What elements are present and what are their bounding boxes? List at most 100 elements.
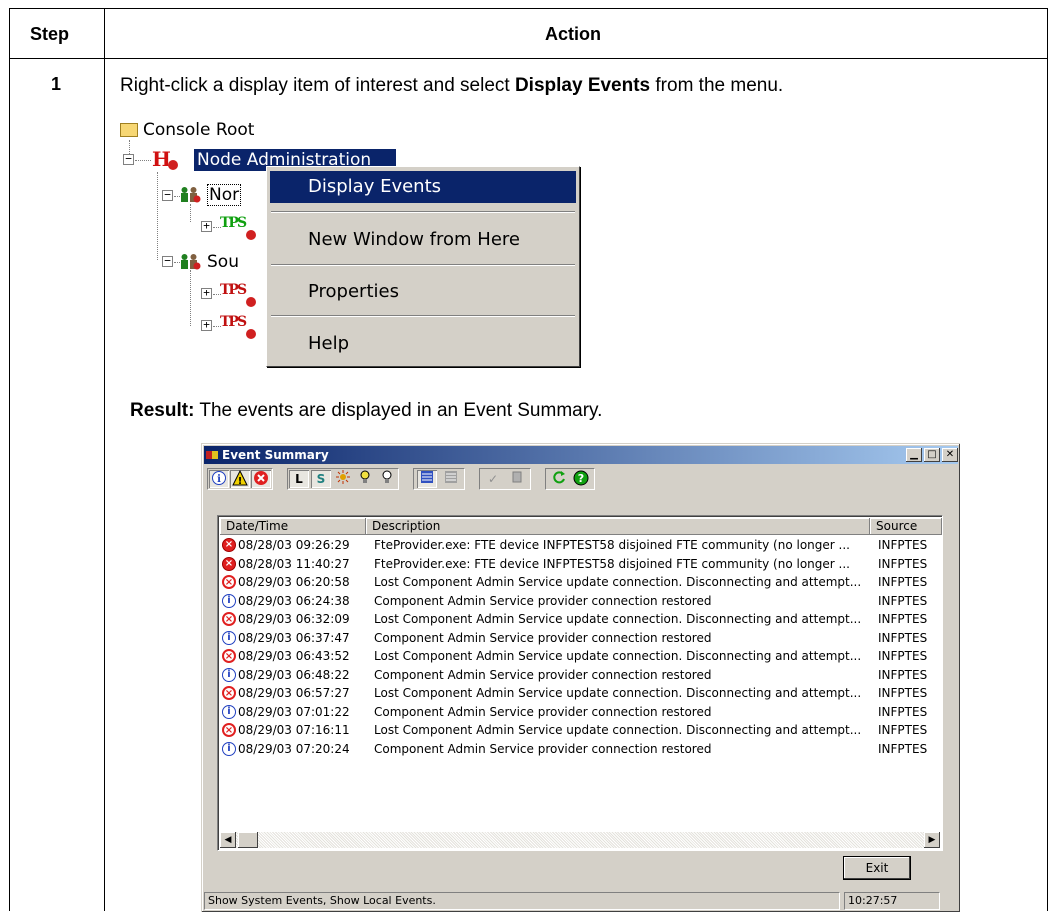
cell-description: Component Admin Service provider connect… (374, 593, 712, 608)
menu-separator (271, 264, 575, 266)
cell-source: INFPTES (878, 593, 928, 608)
cell-datetime: 08/29/03 06:57:27 (238, 686, 350, 700)
table-row[interactable]: × 08/29/03 06:20:58 Lost Component Admin S… (220, 575, 940, 590)
cell-datetime: 08/29/03 06:37:47 (238, 630, 350, 645)
tps-node-icon: TPS (220, 215, 247, 231)
cell-description: Component Admin Service provider connect… (374, 667, 712, 682)
action-column-header: Action (545, 24, 601, 44)
tree-connector (157, 172, 158, 260)
warning-filter-button[interactable]: ! (230, 469, 250, 488)
cell-datetime: 08/29/03 07:01:22 (238, 704, 350, 719)
bulb-icon (360, 470, 370, 483)
menu-item-help[interactable]: Help (270, 328, 576, 360)
column-header-description[interactable]: Description (366, 518, 870, 535)
error-icon: × (222, 575, 236, 589)
info-icon: i (212, 471, 226, 485)
step-column-header: Step (30, 24, 70, 44)
table-row[interactable]: × 08/28/03 09:26:29 FteProvider.exe: FTE d… (220, 538, 940, 553)
menu-item-properties[interactable]: Properties (270, 276, 576, 308)
node-status-icon (246, 230, 256, 240)
menu-item-display-events[interactable]: Display Events (270, 171, 576, 203)
table-header-divider (9, 58, 1048, 59)
toolbar-group-ack: ✓ (479, 468, 531, 490)
tree-connector (190, 204, 191, 222)
collapse-icon[interactable]: − (162, 255, 173, 267)
cell-source: INFPTES (878, 704, 928, 719)
cell-source: INFPTES (878, 538, 928, 552)
info-icon: i (222, 630, 236, 645)
table-row[interactable]: i 08/29/03 06:37:47 Component Admin Servic… (220, 630, 940, 646)
table-row[interactable]: × 08/29/03 06:43:52 Lost Component Admin S… (220, 649, 940, 664)
refresh-button[interactable] (549, 470, 569, 488)
toolbar-group-severity: i ! (207, 468, 273, 490)
scroll-right-icon[interactable]: ▶ (924, 832, 940, 848)
silence-button[interactable] (507, 470, 527, 488)
expand-icon[interactable]: + (201, 319, 212, 331)
node-status-icon (246, 329, 256, 339)
minimize-button[interactable]: ▁ (906, 448, 922, 462)
result-label: Result: (130, 400, 195, 421)
bulb-filter-button[interactable] (355, 470, 375, 488)
cell-source: INFPTES (878, 575, 928, 589)
table-row[interactable]: i 08/29/03 06:24:38 Component Admin Servic… (220, 593, 940, 609)
tree-item-child1[interactable]: Nor (207, 184, 242, 206)
cell-description: Lost Component Admin Service update conn… (374, 612, 862, 626)
svg-text:?: ? (578, 472, 584, 485)
compact-view-button[interactable] (441, 470, 461, 488)
details-view-button[interactable] (417, 470, 437, 488)
info-filter-button[interactable]: i (209, 470, 229, 488)
help-button[interactable]: ? (571, 470, 591, 488)
info-icon: i (222, 741, 236, 756)
context-menu: Display Events New Window from Here Prop… (266, 166, 580, 367)
cell-datetime: 08/28/03 09:26:29 (238, 538, 350, 552)
tree-connector (190, 270, 191, 326)
list-disabled-icon (445, 471, 457, 483)
tree-item-console-root[interactable]: Console Root (143, 119, 254, 141)
table-row[interactable]: × 08/28/03 11:40:27 FteProvider.exe: FTE d… (220, 556, 940, 572)
table-row[interactable]: × 08/29/03 07:16:11 Lost Component Admin S… (220, 723, 940, 738)
close-button[interactable]: ✕ (942, 448, 958, 462)
column-header-source[interactable]: Source (870, 518, 942, 535)
cell-datetime: 08/29/03 06:24:38 (238, 593, 350, 608)
event-list[interactable]: Date/Time Description Source × 08/28/03 0… (217, 515, 943, 851)
error-icon: × (222, 538, 236, 552)
local-events-button[interactable]: L (289, 470, 309, 488)
cell-datetime: 08/29/03 06:20:58 (238, 575, 350, 589)
column-header-datetime[interactable]: Date/Time (220, 518, 366, 535)
alarm-filter-button[interactable] (333, 470, 353, 488)
scroll-left-icon[interactable]: ◀ (220, 832, 236, 848)
title-bar[interactable]: Event Summary ▁ □ ✕ (204, 446, 958, 464)
cell-description: Lost Component Admin Service update conn… (374, 723, 862, 737)
system-events-button[interactable]: S (311, 470, 331, 488)
table-row[interactable]: i 08/29/03 06:48:22 Component Admin Servic… (220, 667, 940, 683)
warning-icon: ! (232, 469, 248, 487)
instruction-suffix: from the menu. (650, 75, 784, 96)
cell-description: Lost Component Admin Service update conn… (374, 686, 862, 700)
cell-source: INFPTES (878, 649, 928, 663)
table-row[interactable]: i 08/29/03 07:20:24 Component Admin Servic… (220, 741, 940, 757)
acknowledge-button[interactable]: ✓ (483, 470, 503, 488)
collapse-icon[interactable]: − (123, 153, 134, 165)
instruction-bold: Display Events (514, 75, 651, 96)
error-filter-button[interactable] (251, 470, 271, 488)
error-icon: × (222, 723, 236, 737)
cell-description: Component Admin Service provider connect… (374, 704, 712, 719)
table-border-top (9, 8, 1048, 9)
expand-icon[interactable]: + (201, 220, 212, 232)
table-row[interactable]: × 08/29/03 06:32:09 Lost Component Admin S… (220, 612, 940, 627)
collapse-icon[interactable]: − (162, 189, 173, 201)
table-row[interactable]: × 08/29/03 06:57:27 Lost Component Admin S… (220, 686, 940, 701)
refresh-icon (553, 471, 565, 484)
help-icon: ? (573, 470, 589, 486)
table-row[interactable]: i 08/29/03 07:01:22 Component Admin Servic… (220, 704, 940, 720)
tree-item-child2[interactable]: Sou (207, 251, 239, 273)
table-column-divider (104, 8, 105, 911)
maximize-button[interactable]: □ (924, 448, 940, 462)
bulb-off-filter-button[interactable] (377, 470, 397, 488)
expand-icon[interactable]: + (201, 287, 212, 299)
scroll-thumb[interactable] (238, 832, 258, 848)
horizontal-scrollbar[interactable]: ◀ ▶ (220, 832, 940, 848)
exit-button[interactable]: Exit (843, 856, 911, 880)
menu-item-new-window[interactable]: New Window from Here (270, 224, 576, 256)
cell-description: FteProvider.exe: FTE device INFPTEST58 d… (374, 556, 850, 571)
